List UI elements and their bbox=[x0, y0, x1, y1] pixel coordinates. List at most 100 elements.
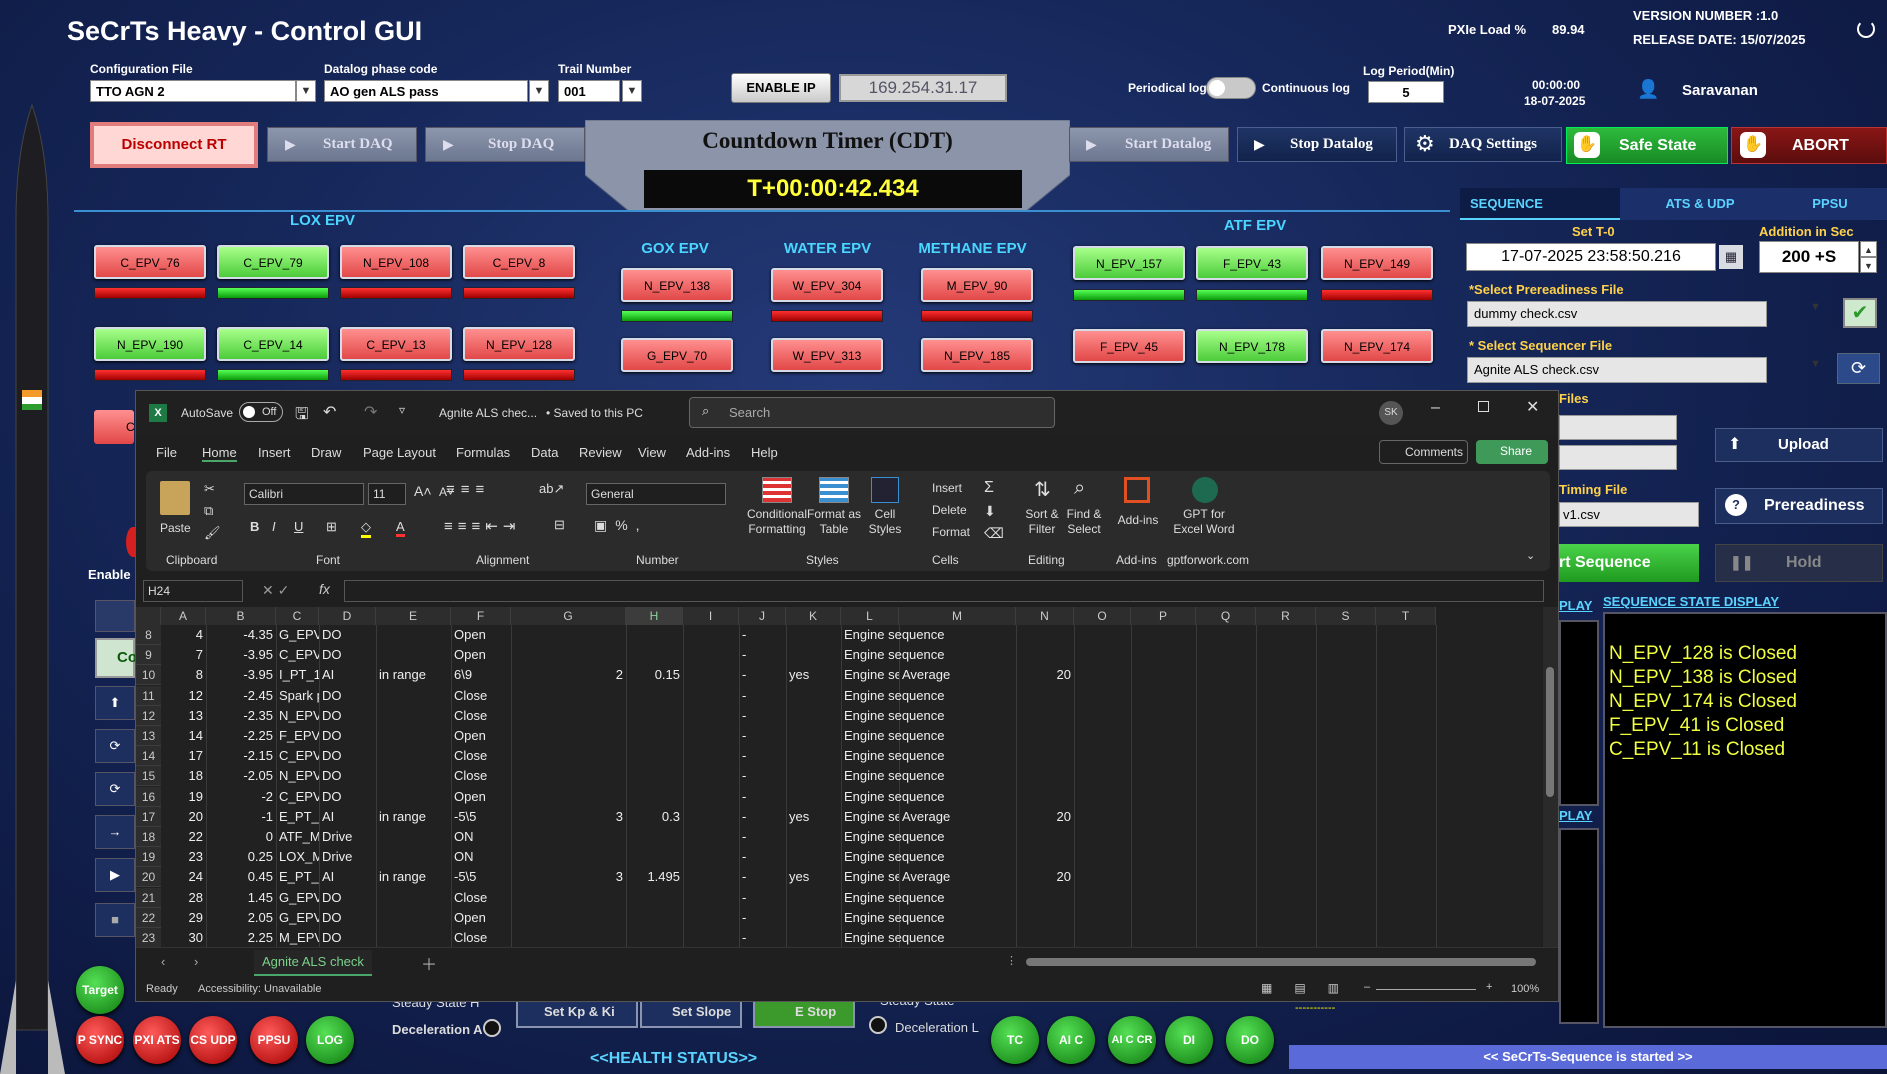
avatar[interactable]: SK bbox=[1379, 401, 1403, 425]
table-cell[interactable]: - bbox=[739, 928, 786, 947]
tab-ppsu[interactable]: PPSU bbox=[1780, 188, 1880, 220]
paste-label[interactable]: Paste bbox=[160, 521, 191, 536]
formula-cancel-confirm-icons[interactable]: ✕ ✓ bbox=[262, 582, 289, 599]
function-icon[interactable]: fx bbox=[319, 581, 330, 597]
table-cell[interactable]: 2.25 bbox=[206, 928, 276, 947]
table-cell[interactable]: LOX_Motc bbox=[276, 847, 319, 867]
row-header[interactable]: 21 bbox=[136, 887, 161, 908]
row-header[interactable]: 15 bbox=[136, 766, 161, 787]
disconnect-rt-button[interactable]: Disconnect RT bbox=[90, 122, 258, 168]
power-icon[interactable] bbox=[1857, 20, 1875, 38]
table-cell[interactable]: -5\5 bbox=[451, 807, 511, 827]
table-cell[interactable]: - bbox=[739, 746, 786, 766]
sort-filter-icon[interactable]: ⇅ bbox=[1034, 477, 1051, 502]
table-cell[interactable]: Open bbox=[451, 645, 511, 665]
epv-button[interactable]: N_EPV_128 bbox=[463, 327, 575, 361]
spreadsheet-grid[interactable]: ABCDEFGHIJKLMNOPQRST84-4.35G_EPV_70DOOpe… bbox=[136, 607, 1541, 947]
table-cell[interactable]: - bbox=[739, 766, 786, 786]
table-cell[interactable]: 19 bbox=[161, 787, 206, 807]
calendar-icon[interactable]: ▦ bbox=[1719, 245, 1743, 269]
column-header[interactable]: J bbox=[739, 607, 786, 625]
column-header[interactable]: F bbox=[451, 607, 511, 625]
table-cell[interactable]: ON bbox=[451, 827, 511, 847]
table-cell[interactable]: Drive bbox=[319, 847, 376, 867]
sequencer-file-select[interactable]: Agnite ALS check.csv bbox=[1467, 357, 1767, 383]
table-cell[interactable]: Engine sequence bbox=[841, 686, 1021, 706]
timing-file-select[interactable]: v1.csv bbox=[1559, 502, 1699, 527]
table-cell[interactable]: 0 bbox=[206, 827, 276, 847]
find-select-icon[interactable]: ⌕ bbox=[1074, 477, 1085, 500]
menu-review[interactable]: Review bbox=[579, 445, 622, 460]
menu-insert[interactable]: Insert bbox=[258, 445, 291, 460]
epv-button[interactable]: N_EPV_157 bbox=[1073, 246, 1185, 280]
font-name-select[interactable]: Calibri bbox=[244, 483, 364, 505]
table-cell[interactable]: in range bbox=[376, 665, 451, 685]
cell-styles-icon[interactable] bbox=[871, 477, 899, 503]
table-cell[interactable]: 12 bbox=[161, 686, 206, 706]
column-header[interactable]: E bbox=[376, 607, 451, 625]
chevron-down-icon[interactable]: ▼ bbox=[1810, 358, 1821, 370]
column-header[interactable]: C bbox=[276, 607, 319, 625]
table-cell[interactable]: in range bbox=[376, 807, 451, 827]
table-cell[interactable]: -4.35 bbox=[206, 625, 276, 645]
epv-button[interactable]: W_EPV_304 bbox=[771, 268, 883, 302]
increment-icon[interactable]: ▲ bbox=[1860, 241, 1877, 257]
table-cell[interactable]: Engine sequence bbox=[841, 827, 1021, 847]
decrement-icon[interactable]: ▼ bbox=[1860, 257, 1877, 273]
epv-button[interactable]: G_EPV_70 bbox=[621, 338, 733, 372]
zoom-slider[interactable] bbox=[1376, 989, 1476, 990]
minimize-icon[interactable]: – bbox=[1431, 399, 1440, 417]
table-cell[interactable]: AI bbox=[319, 665, 376, 685]
table-cell[interactable]: in range bbox=[376, 867, 451, 887]
table-cell[interactable]: DO bbox=[319, 726, 376, 746]
table-cell[interactable]: - bbox=[739, 787, 786, 807]
table-cell[interactable]: Engine sequence bbox=[841, 746, 1021, 766]
table-cell[interactable]: AI bbox=[319, 807, 376, 827]
font-color-icon[interactable]: A bbox=[396, 519, 405, 537]
column-header[interactable]: A bbox=[161, 607, 206, 625]
table-cell[interactable]: Engine sequence bbox=[841, 928, 1021, 947]
table-cell[interactable]: 17 bbox=[161, 746, 206, 766]
table-cell[interactable]: 30 bbox=[161, 928, 206, 947]
column-header[interactable]: T bbox=[1376, 607, 1436, 625]
epv-button[interactable]: N_EPV_108 bbox=[340, 245, 452, 279]
table-cell[interactable]: -5\5 bbox=[451, 867, 511, 887]
clear-icon[interactable]: ⌫ bbox=[984, 525, 1004, 542]
view-mode-icons[interactable]: ▦▤▥ bbox=[1261, 981, 1361, 995]
column-header[interactable]: I bbox=[683, 607, 739, 625]
format-as-table-label[interactable]: Format as Table bbox=[806, 507, 862, 537]
table-cell[interactable]: Engine se bbox=[841, 807, 899, 827]
epv-button[interactable]: N_EPV_149 bbox=[1321, 246, 1433, 280]
table-cell[interactable]: 20 bbox=[161, 807, 206, 827]
table-cell[interactable]: 6\9 bbox=[451, 665, 511, 685]
column-header[interactable]: R bbox=[1256, 607, 1316, 625]
column-header[interactable]: P bbox=[1131, 607, 1196, 625]
table-cell[interactable]: Average bbox=[899, 665, 1016, 685]
table-cell[interactable]: N_EPV_12 bbox=[276, 766, 319, 786]
epv-button[interactable]: N_EPV_190 bbox=[94, 327, 206, 361]
table-cell[interactable]: F_EPV_45 bbox=[276, 726, 319, 746]
row-header[interactable]: 16 bbox=[136, 786, 161, 807]
refresh-icon[interactable]: ⟳ bbox=[95, 772, 135, 806]
gpt-button[interactable]: GPT for Excel Word bbox=[1164, 507, 1244, 537]
zoom-out-icon[interactable]: – bbox=[1364, 981, 1370, 993]
select-all-corner[interactable] bbox=[136, 607, 161, 625]
co-button[interactable]: Co bbox=[95, 638, 137, 678]
epv-button[interactable]: W_EPV_313 bbox=[771, 338, 883, 372]
log-period-input[interactable]: 5 bbox=[1368, 81, 1444, 103]
epv-button[interactable]: N_EPV_178 bbox=[1196, 329, 1308, 363]
epv-button[interactable]: M_EPV_90 bbox=[921, 268, 1033, 302]
table-cell[interactable]: -1 bbox=[206, 807, 276, 827]
table-cell[interactable]: - bbox=[739, 645, 786, 665]
set-t0-input[interactable]: 17-07-2025 23:58:50.216 bbox=[1466, 243, 1716, 271]
table-cell[interactable]: Engine sequence bbox=[841, 645, 1021, 665]
table-cell[interactable]: DO bbox=[319, 787, 376, 807]
chevron-down-icon[interactable]: ▼ bbox=[622, 80, 642, 102]
tab-sequence[interactable]: SEQUENCE bbox=[1460, 188, 1620, 220]
table-cell[interactable]: Engine sequence bbox=[841, 766, 1021, 786]
table-cell[interactable]: Engine sequence bbox=[841, 908, 1021, 928]
table-cell[interactable]: I_PT_1 bbox=[276, 665, 319, 685]
trail-number-select[interactable]: 001 bbox=[558, 80, 620, 102]
play-icon[interactable]: ▶ bbox=[95, 858, 135, 892]
column-header[interactable]: K bbox=[786, 607, 841, 625]
